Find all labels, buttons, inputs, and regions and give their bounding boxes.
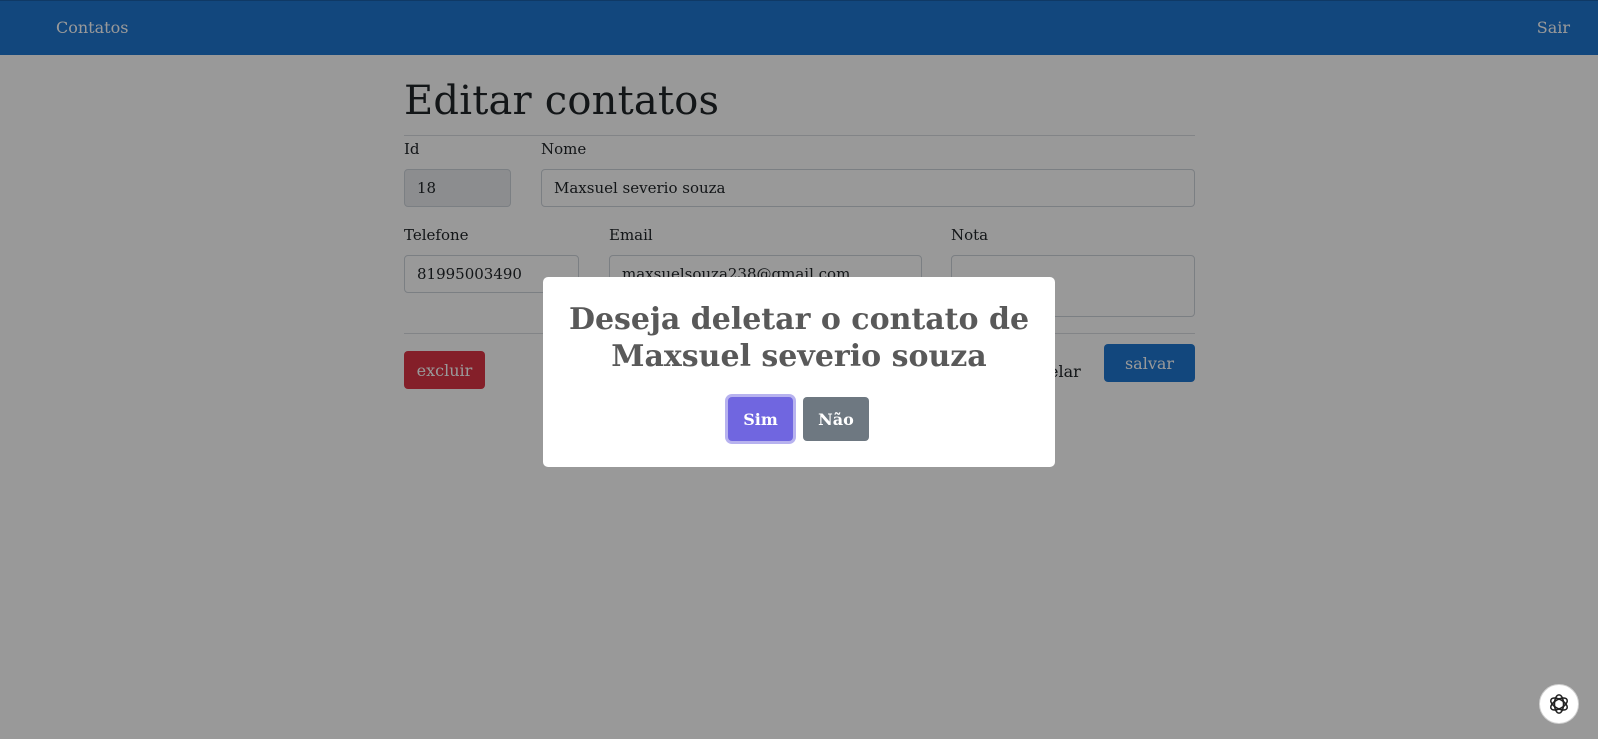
delete-confirm-dialog: Deseja deletar o contato de Maxsuel seve… — [543, 277, 1055, 467]
openai-logo-icon — [1550, 694, 1568, 714]
dialog-title: Deseja deletar o contato de Maxsuel seve… — [568, 302, 1030, 374]
confirm-no-button[interactable]: Não — [803, 397, 869, 441]
assistant-badge-button[interactable] — [1539, 684, 1579, 724]
confirm-yes-button[interactable]: Sim — [728, 397, 793, 441]
